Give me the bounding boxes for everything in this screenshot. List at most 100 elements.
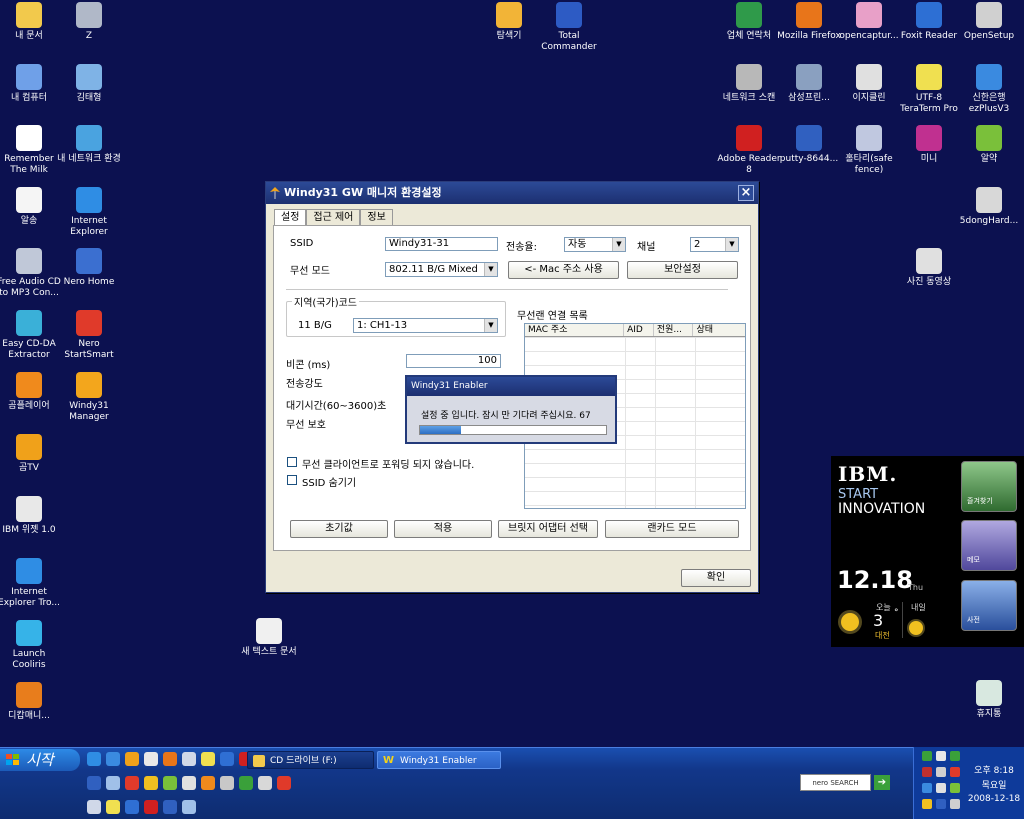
desktop-shortcut[interactable]: Internet Explorer [57,187,121,238]
quick-launch-icon[interactable] [125,752,139,766]
region-select[interactable]: 1: CH1-13 ▼ [353,318,498,333]
mode-select[interactable]: 802.11 B/G Mixed ▼ [385,262,498,277]
quick-launch-icon[interactable] [277,776,291,790]
lancard-mode-button[interactable]: 랜카드 모드 [605,520,739,538]
mac-address-button[interactable]: <- Mac 주소 사용 [508,261,619,279]
quick-launch-icon[interactable] [87,752,101,766]
column-aid[interactable]: AID [624,324,654,336]
quick-launch-icon[interactable] [239,776,253,790]
ibm-memo-tile[interactable]: 메모 [961,520,1017,571]
desktop-shortcut[interactable]: 새 텍스트 문서 [237,618,301,658]
quick-launch-icon[interactable] [220,776,234,790]
desktop-shortcut[interactable]: 사진 동영상 [897,248,961,288]
desktop-shortcut[interactable]: 디캅매니... [0,682,61,722]
rate-select[interactable]: 자동 ▼ [564,237,626,252]
quick-launch-icon[interactable] [87,776,101,790]
desktop-shortcut[interactable]: Mozilla Firefox [777,2,841,42]
column-power[interactable]: 전원... [654,324,694,336]
apply-button[interactable]: 적용 [394,520,492,538]
no-forward-checkbox[interactable] [287,457,297,467]
tray-icon[interactable] [950,767,960,777]
desktop-shortcut[interactable]: Windy31 Manager [57,372,121,423]
desktop-shortcut[interactable]: 업체 연락처 [717,2,781,42]
nero-go-button[interactable]: ➔ [874,775,890,790]
default-button[interactable]: 초기값 [290,520,388,538]
desktop-shortcut[interactable]: 내 컴퓨터 [0,64,61,104]
quick-launch-icon[interactable] [144,752,158,766]
desktop-shortcut[interactable]: 곰플레이어 [0,372,61,412]
desktop-shortcut[interactable]: 네트워크 스캔 [717,64,781,104]
tray-icon[interactable] [950,799,960,809]
channel-select[interactable]: 2 ▼ [690,237,739,252]
tab-info[interactable]: 정보 [360,209,393,225]
tray-icon[interactable] [936,783,946,793]
desktop-shortcut[interactable]: Free Audio CD to MP3 Con... [0,248,61,299]
desktop-shortcut[interactable]: putty-8644... [777,125,841,165]
ibm-favorites-tile[interactable]: 즐겨찾기 [961,461,1017,512]
tray-icon[interactable] [936,751,946,761]
desktop-shortcut[interactable]: 내 네트워크 환경 [57,125,121,165]
beacon-input[interactable]: 100 [406,354,501,368]
column-status[interactable]: 상태 [693,324,745,336]
clock-time[interactable]: 오후 8:18 [964,763,1024,776]
tray-icon[interactable] [950,783,960,793]
quick-launch-icon[interactable] [163,752,177,766]
tab-settings[interactable]: 설정 [274,209,307,226]
tab-access-control[interactable]: 접근 제어 [306,209,361,225]
tray-icon[interactable] [950,751,960,761]
desktop-shortcut[interactable]: 홀타리(safe fence) [837,125,901,176]
desktop-shortcut[interactable]: 탐색기 [477,2,541,42]
tray-icon[interactable] [936,767,946,777]
desktop-shortcut[interactable]: Easy CD-DA Extractor [0,310,61,361]
desktop-shortcut[interactable]: 김태형 [57,64,121,104]
quick-launch-icon[interactable] [258,776,272,790]
close-button[interactable]: × [738,185,754,201]
desktop-shortcut[interactable]: Foxit Reader [897,2,961,42]
nero-search-box[interactable]: nero SEARCH [800,774,871,791]
hide-ssid-checkbox[interactable] [287,475,297,485]
quick-launch-icon[interactable] [201,776,215,790]
quick-launch-icon[interactable] [201,752,215,766]
tray-icon[interactable] [922,751,932,761]
desktop-shortcut[interactable]: 알약 [957,125,1021,165]
quick-launch-icon[interactable] [144,800,158,814]
desktop-shortcut[interactable]: IBM 위젯 1.0 [0,496,61,536]
desktop-shortcut[interactable]: Remember The Milk [0,125,61,176]
start-button[interactable]: 시작 [0,749,80,771]
desktop-shortcut[interactable]: Internet Explorer Tro... [0,558,61,609]
ok-button[interactable]: 확인 [681,569,751,587]
desktop-shortcut[interactable]: Total Commander [537,2,601,53]
quick-launch-icon[interactable] [163,776,177,790]
window-titlebar[interactable]: Windy31 GW 매니저 환경설정 × [266,182,758,204]
desktop-shortcut[interactable]: OpenSetup [957,2,1021,42]
task-cd-drive[interactable]: CD 드라이브 (F:) [247,751,374,769]
quick-launch-icon[interactable] [182,752,196,766]
quick-launch-icon[interactable] [125,800,139,814]
desktop-shortcut[interactable]: Z [57,2,121,42]
desktop-shortcut[interactable]: UTF-8 TeraTerm Pro [897,64,961,115]
quick-launch-icon[interactable] [182,800,196,814]
bridge-adapter-button[interactable]: 브릿지 어댑터 선택 [498,520,598,538]
desktop-shortcut[interactable]: opencaptur... [837,2,901,42]
quick-launch-icon[interactable] [125,776,139,790]
desktop-shortcut[interactable]: 곰TV [0,434,61,474]
quick-launch-icon[interactable] [106,776,120,790]
tray-icon[interactable] [922,799,932,809]
desktop-shortcut[interactable]: 내 문서 [0,2,61,42]
quick-launch-icon[interactable] [144,776,158,790]
tray-icon[interactable] [922,767,932,777]
desktop-shortcut[interactable]: 휴지통 [957,680,1021,720]
quick-launch-icon[interactable] [220,752,234,766]
desktop-shortcut[interactable]: Adobe Reader 8 [717,125,781,176]
tray-icon[interactable] [922,783,932,793]
task-windy31-enabler[interactable]: W Windy31 Enabler [377,751,501,769]
tray-icon[interactable] [936,799,946,809]
desktop-shortcut[interactable]: 5dongHard... [957,187,1021,227]
quick-launch-icon[interactable] [106,752,120,766]
ibm-dictionary-tile[interactable]: 사전 [961,580,1017,631]
quick-launch-icon[interactable] [163,800,177,814]
desktop-shortcut[interactable]: Nero Home [57,248,121,288]
ssid-input[interactable]: Windy31-31 [385,237,498,251]
column-mac[interactable]: MAC 주소 [525,324,625,336]
quick-launch-icon[interactable] [106,800,120,814]
